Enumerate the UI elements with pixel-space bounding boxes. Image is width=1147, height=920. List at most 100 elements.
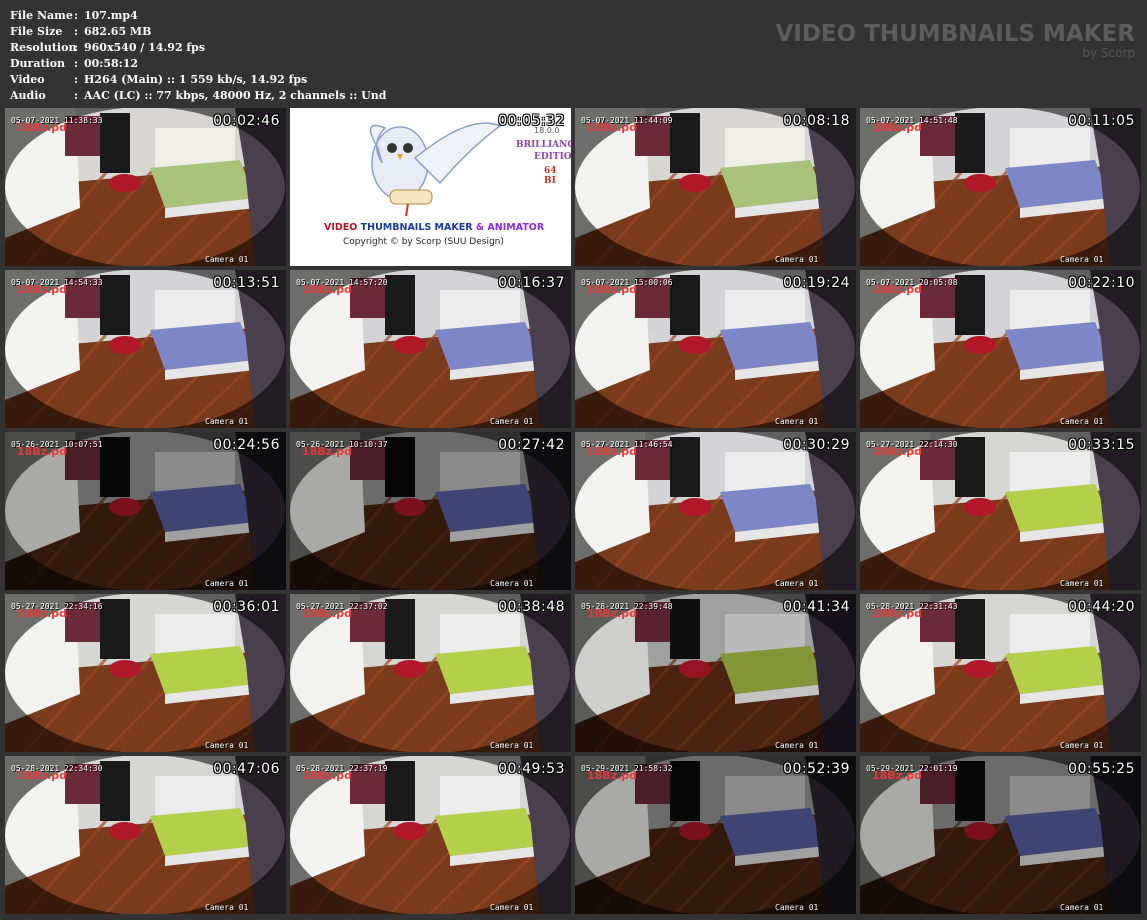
camera-label: Camera 01 xyxy=(490,417,534,426)
info-row: File Name:107.mp4 xyxy=(10,8,386,24)
thumbnail-grid: 05-07-2021 11:38:33 18Bz.pd Camera 01 00:02… xyxy=(5,108,1143,918)
camera-label: Camera 01 xyxy=(205,741,249,750)
red-chair xyxy=(394,660,426,678)
red-chair xyxy=(679,336,711,354)
thumbnail[interactable]: 18.0.0 BRILLIANC EDITIO 64 BI VIDEO THUMBNAI… xyxy=(290,108,571,266)
thumbnail[interactable]: 05-29-2021 21:58:32 18Bz.pd Camera 01 00:52… xyxy=(575,756,856,914)
owl-wing xyxy=(413,122,502,185)
watermark: 18Bz.pd xyxy=(17,445,68,458)
thumbnail-timestamp: 00:49:53 xyxy=(498,761,565,777)
info-value: 107.mp4 xyxy=(84,9,138,22)
owl-ribbon xyxy=(405,203,409,217)
info-value: H264 (Main) :: 1 559 kb/s, 14.92 fps xyxy=(84,73,308,86)
thumbnail-timestamp: 00:33:15 xyxy=(1068,437,1135,453)
thumbnail[interactable]: 05-07-2021 20:05:08 18Bz.pd Camera 01 00:22… xyxy=(860,270,1141,428)
info-label: Duration xyxy=(10,57,66,70)
thumbnail[interactable]: 05-07-2021 14:51:48 18Bz.pd Camera 01 00:11… xyxy=(860,108,1141,266)
red-chair xyxy=(109,660,141,678)
thumbnail[interactable]: 05-07-2021 14:54:33 18Bz.pd Camera 01 00:13… xyxy=(5,270,286,428)
wardrobe xyxy=(100,761,130,821)
camera-label: Camera 01 xyxy=(775,741,819,750)
thumbnail-timestamp: 00:16:37 xyxy=(498,275,565,291)
camera-label: Camera 01 xyxy=(1060,417,1104,426)
watermark: 18Bz.pd xyxy=(302,283,353,296)
thumbnail[interactable]: 05-26-2021 10:10:37 18Bz.pd Camera 01 00:27… xyxy=(290,432,571,590)
promo-title-part: THUMBNAILS MAKER xyxy=(360,222,473,233)
thumbnail[interactable]: 05-07-2021 11:38:33 18Bz.pd Camera 01 00:02… xyxy=(5,108,286,266)
watermark: 18Bz.pd xyxy=(587,445,638,458)
owl-scroll xyxy=(389,189,433,205)
wardrobe xyxy=(955,113,985,173)
red-chair xyxy=(679,498,711,516)
camera-label: Camera 01 xyxy=(490,903,534,912)
thumbnail-timestamp: 00:52:39 xyxy=(783,761,850,777)
watermark: 18Bz.pd xyxy=(587,283,638,296)
thumbnail[interactable]: 05-28-2021 22:31:43 18Bz.pd Camera 01 00:44… xyxy=(860,594,1141,752)
thumbnail[interactable]: 05-07-2021 11:44:09 18Bz.pd Camera 01 00:08… xyxy=(575,108,856,266)
info-value: 682.65 MB xyxy=(84,25,152,38)
info-separator: : xyxy=(74,73,79,86)
wardrobe xyxy=(955,437,985,497)
thumbnail-timestamp: 00:08:18 xyxy=(783,113,850,129)
wardrobe xyxy=(955,599,985,659)
watermark: 18Bz.pd xyxy=(872,445,923,458)
watermark: 18Bz.pd xyxy=(17,769,68,782)
red-chair xyxy=(964,660,996,678)
info-value: 00:58:12 xyxy=(84,57,139,70)
watermark: 18Bz.pd xyxy=(872,769,923,782)
thumbnail[interactable]: 05-26-2021 10:07:51 18Bz.pd Camera 01 00:24… xyxy=(5,432,286,590)
info-value: AAC (LC) :: 77 kbps, 48000 Hz, 2 channel… xyxy=(84,89,387,102)
red-chair xyxy=(109,336,141,354)
brand-title: VIDEO THUMBNAILS MAKER xyxy=(775,21,1135,47)
thumbnail[interactable]: 05-28-2021 22:37:19 18Bz.pd Camera 01 00:49… xyxy=(290,756,571,914)
watermark: 18Bz.pd xyxy=(17,607,68,620)
promo-edition: 64 BI xyxy=(544,166,557,186)
thumbnail-timestamp: 00:13:51 xyxy=(213,275,280,291)
thumbnail-timestamp: 00:19:24 xyxy=(783,275,850,291)
camera-label: Camera 01 xyxy=(205,417,249,426)
info-row: File Size:682.65 MB xyxy=(10,24,386,40)
watermark: 18Bz.pd xyxy=(302,769,353,782)
camera-label: Camera 01 xyxy=(205,255,249,264)
info-separator: : xyxy=(74,25,79,38)
thumbnail-timestamp: 00:44:20 xyxy=(1068,599,1135,615)
brand-subtitle: by Scorp xyxy=(1082,46,1135,60)
wardrobe xyxy=(670,437,700,497)
info-row: Resolution:960x540 / 14.92 fps xyxy=(10,40,386,56)
watermark: 18Bz.pd xyxy=(587,769,638,782)
watermark: 18Bz.pd xyxy=(872,607,923,620)
thumbnail[interactable]: 05-27-2021 22:37:02 18Bz.pd Camera 01 00:38… xyxy=(290,594,571,752)
camera-label: Camera 01 xyxy=(490,741,534,750)
red-chair xyxy=(394,336,426,354)
thumbnail[interactable]: 05-27-2021 22:34:16 18Bz.pd Camera 01 00:36… xyxy=(5,594,286,752)
thumbnail[interactable]: 05-29-2021 22:01:19 18Bz.pd Camera 01 00:55… xyxy=(860,756,1141,914)
info-row: Video: H264 (Main) :: 1 559 kb/s, 14.92 f… xyxy=(10,72,386,88)
wardrobe xyxy=(955,275,985,335)
info-label: File Size xyxy=(10,25,63,38)
wardrobe xyxy=(385,599,415,659)
thumbnail-timestamp: 00:27:42 xyxy=(498,437,565,453)
thumbnail[interactable]: 05-28-2021 22:34:30 18Bz.pd Camera 01 00:47… xyxy=(5,756,286,914)
camera-label: Camera 01 xyxy=(775,903,819,912)
thumbnail[interactable]: 05-07-2021 15:00:06 18Bz.pd Camera 01 00:19… xyxy=(575,270,856,428)
wardrobe xyxy=(385,275,415,335)
thumbnail-timestamp: 00:24:56 xyxy=(213,437,280,453)
camera-label: Camera 01 xyxy=(490,579,534,588)
camera-label: Camera 01 xyxy=(1060,579,1104,588)
info-label: Resolution xyxy=(10,41,77,54)
wardrobe xyxy=(385,761,415,821)
info-separator: : xyxy=(74,89,79,102)
thumbnail-timestamp: 00:47:06 xyxy=(213,761,280,777)
camera-label: Camera 01 xyxy=(205,903,249,912)
red-chair xyxy=(964,174,996,192)
watermark: 18Bz.pd xyxy=(872,283,923,296)
thumbnail[interactable]: 05-28-2021 22:39:48 18Bz.pd Camera 01 00:41… xyxy=(575,594,856,752)
promo-edition: EDITIO xyxy=(534,152,571,162)
info-value: 960x540 / 14.92 fps xyxy=(84,41,206,54)
thumbnail[interactable]: 05-27-2021 22:14:30 18Bz.pd Camera 01 00:33… xyxy=(860,432,1141,590)
thumbnail-timestamp: 00:36:01 xyxy=(213,599,280,615)
camera-label: Camera 01 xyxy=(775,255,819,264)
thumbnail[interactable]: 05-07-2021 14:57:20 18Bz.pd Camera 01 00:16… xyxy=(290,270,571,428)
thumbnail[interactable]: 05-27-2021 11:46:54 18Bz.pd Camera 01 00:30… xyxy=(575,432,856,590)
wardrobe xyxy=(100,113,130,173)
